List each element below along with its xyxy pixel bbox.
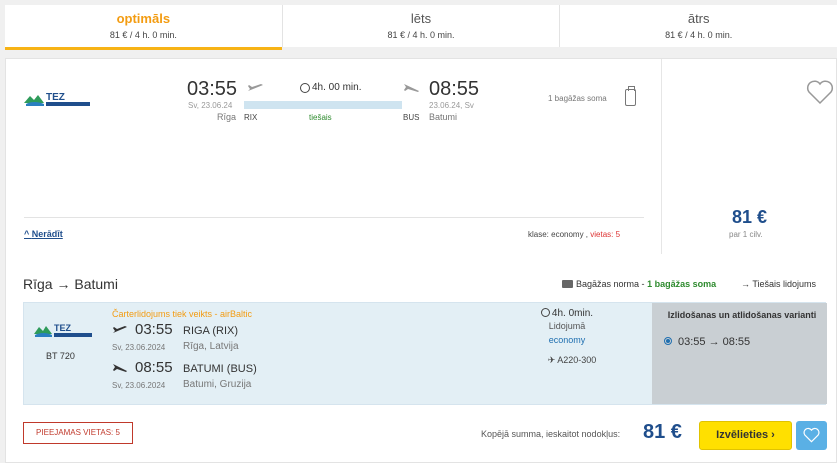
- flight-code: BT 720: [46, 351, 75, 361]
- flight-summary: TEZ 03:55 Sv, 23.06.24 Rīga RIX 4h. 00 m…: [6, 59, 656, 254]
- duration-bar: [244, 101, 402, 109]
- tab-optimal[interactable]: optimāls 81 € / 4 h. 0 min.: [5, 5, 283, 50]
- luggage-icon: [625, 86, 636, 106]
- svg-text:TEZ: TEZ: [46, 92, 65, 103]
- variant-label: 03:55 → 08:55: [678, 336, 751, 348]
- aircraft: ✈ A220-300: [537, 355, 607, 366]
- baggage-norm: Bagāžas norma - 1 bagāžas soma: [562, 279, 716, 289]
- suitcase-icon: [562, 280, 573, 288]
- flight-card: TEZ 03:55 Sv, 23.06.24 Rīga RIX 4h. 00 m…: [5, 58, 837, 463]
- available-seats-badge: PIEEJAMAS VIETAS: 5: [23, 422, 133, 444]
- arrival-city: Batumi, Gruzija: [183, 379, 252, 390]
- takeoff-icon: [113, 326, 127, 333]
- arrival-airport: BATUMI (BUS): [183, 363, 257, 375]
- tab-sub: 81 € / 4 h. 0 min.: [109, 30, 177, 40]
- sort-tabs: optimāls 81 € / 4 h. 0 min. lēts 81 € / …: [5, 5, 837, 50]
- seats-left: vietas: 5: [590, 230, 621, 239]
- arrival-code: BUS: [403, 113, 420, 122]
- tab-cheap[interactable]: lēts 81 € / 4 h. 0 min.: [283, 5, 561, 47]
- radio-icon[interactable]: [664, 337, 672, 345]
- duration-value: 4h. 0min.: [551, 308, 594, 319]
- variants-title: Izlidošanas un atlidošanas varianti: [667, 310, 817, 320]
- departure-code: RIX: [244, 113, 258, 122]
- select-button[interactable]: Izvēlieties ›: [699, 421, 792, 450]
- svg-text:TEZ: TEZ: [54, 323, 72, 333]
- flight-duration: 4h. 0min.: [537, 308, 597, 319]
- per-person: par 1 cilv.: [729, 230, 763, 239]
- hide-label: Nerādīt: [31, 229, 63, 239]
- flight-label: Lidojumā: [548, 321, 586, 331]
- baggage-norm-value: 1 bagāžas soma: [647, 279, 717, 289]
- tab-fast[interactable]: ātrs 81 € / 4 h. 0 min.: [560, 5, 837, 47]
- aircraft-label: A220-300: [557, 355, 597, 365]
- class-info: klase: economy , vietas: 5: [528, 230, 620, 239]
- landing-icon: [404, 84, 419, 92]
- departure-date: Sv, 23.06.2024: [112, 343, 166, 352]
- charter-note: Čarterlidojums tiek veikts - airBaltic: [112, 309, 253, 319]
- departure-date: Sv, 23.06.24: [188, 101, 233, 110]
- direct-flights: → Tiešais lidojums: [741, 279, 817, 289]
- arrival-time: 08:55: [429, 78, 480, 100]
- baggage-label: 1 bagāžas soma: [548, 94, 607, 103]
- departure-time: 03:55: [135, 321, 173, 338]
- variants-panel: Izlidošanas un atlidošanas varianti 03:5…: [652, 303, 827, 404]
- baggage-norm-label: Bagāžas norma -: [576, 279, 645, 289]
- plane-icon: ✈: [547, 355, 558, 365]
- flight-detail: TEZ BT 720 Čarterlidojums tiek veikts - …: [23, 302, 827, 405]
- landing-icon: [113, 364, 127, 372]
- heart-icon[interactable]: [806, 79, 834, 105]
- variant-option[interactable]: 03:55 → 08:55: [664, 336, 750, 348]
- clock-icon: [540, 308, 550, 317]
- flight-duration: 4h. 00 min.: [312, 82, 362, 93]
- departure-city: Rīga, Latvija: [183, 341, 239, 352]
- tab-sub: 81 € / 4 h. 0 min.: [665, 30, 733, 40]
- tab-sub: 81 € / 4 h. 0 min.: [387, 30, 455, 40]
- takeoff-icon: [248, 84, 263, 91]
- price: 81 €: [732, 207, 768, 227]
- clock-icon: [300, 83, 310, 93]
- departure-airport: RIGA (RIX): [183, 325, 239, 337]
- favorite-button[interactable]: [796, 421, 827, 450]
- price-column: 81 € par 1 cilv.: [661, 59, 837, 254]
- tez-tour-logo: TEZ: [34, 323, 92, 337]
- tez-tour-logo: TEZ: [24, 92, 90, 106]
- heart-icon: [803, 427, 820, 443]
- total-label: Kopējā summa, ieskaitot nodokļus:: [481, 429, 621, 439]
- tab-label: lēts: [410, 11, 432, 26]
- tab-label: optimāls: [116, 11, 171, 26]
- arrival-city: Batumi: [429, 112, 458, 122]
- route-title: Rīga → Batumi: [23, 276, 118, 292]
- class-label: klase: economy ,: [528, 230, 589, 239]
- arrival-date: Sv, 23.06.2024: [112, 381, 166, 390]
- cabin-class: economy: [548, 335, 586, 345]
- hide-details-link[interactable]: ^ Nerādīt: [24, 229, 63, 239]
- divider: [24, 217, 644, 218]
- departure-city: Rīga: [217, 112, 237, 122]
- departure-time: 03:55: [187, 78, 238, 100]
- arrival-time: 08:55: [135, 359, 173, 376]
- arrival-date: 23.06.24, Sv: [429, 101, 474, 110]
- total-price: 81 €: [643, 421, 682, 443]
- direct-label: tiešais: [309, 113, 332, 122]
- tab-label: ātrs: [687, 11, 710, 26]
